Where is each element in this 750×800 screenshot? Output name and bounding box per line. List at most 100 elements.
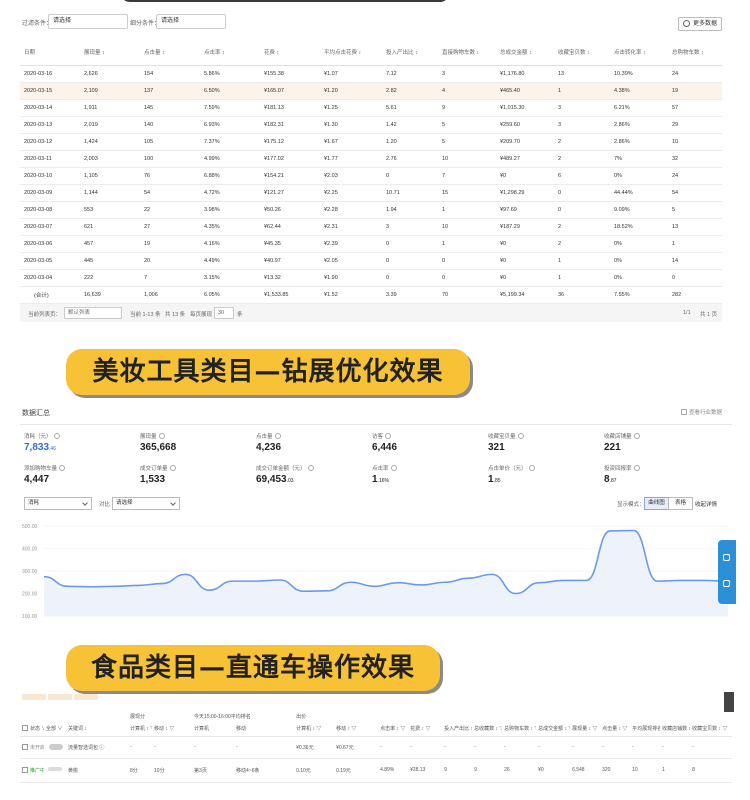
- column-header[interactable]: 点击率 ↕ ▽: [378, 722, 409, 737]
- metric-select[interactable]: 消耗: [24, 497, 92, 510]
- column-header[interactable]: 计算机 ↕ ▽: [128, 722, 153, 737]
- column-header[interactable]: 总购物车数 ↕: [668, 40, 722, 66]
- checkbox[interactable]: [22, 766, 28, 773]
- tab-placeholder[interactable]: [74, 694, 98, 700]
- table-header-row[interactable]: 状态 ∨全部 ∨关键词 ↕计算机 ↕ ▽移动 ↕ ▽计算机移动计算机 ↕ ▽移动…: [20, 722, 733, 737]
- column-header[interactable]: 花费 ↕: [260, 40, 320, 66]
- help-icon[interactable]: [59, 465, 66, 471]
- table-row[interactable]: 2020-03-14 1,911 145 7.59% ¥181.13 ¥1.25 5.61 9…: [20, 99, 722, 117]
- help-icon[interactable]: [53, 433, 60, 439]
- column-header[interactable]: 全部 ∨: [44, 722, 66, 737]
- table-cell: 1: [554, 252, 610, 270]
- industry-data-checkbox[interactable]: 查看行业数据: [680, 408, 722, 416]
- table-cell: 137: [140, 82, 200, 100]
- checkbox[interactable]: [22, 743, 28, 750]
- column-header[interactable]: 点击量 ↕ ▽: [600, 722, 631, 737]
- table-row[interactable]: 2020-03-07 621 27 4.35% ¥62.44 ¥2.31 3 10 ¥187.2…: [20, 218, 722, 236]
- compare-select-value: 请选择: [116, 500, 133, 506]
- help-icon[interactable]: [633, 433, 640, 439]
- subfilter-select[interactable]: 请选择: [156, 14, 226, 29]
- column-header[interactable]: 投入产出比 ↕ ▽: [442, 722, 473, 737]
- table-cell: ¥1,015.30: [496, 99, 554, 117]
- table-row[interactable]: 2020-03-10 1,105 76 6.88% ¥154.21 ¥2.03 0 7 ¥0 6 0…: [20, 167, 722, 185]
- group-header: [20, 710, 128, 722]
- help-icon[interactable]: [274, 433, 281, 439]
- column-header[interactable]: 计算机: [192, 722, 235, 737]
- table-row[interactable]: 2020-03-06 457 19 4.16% ¥45.35 ¥2.39 0 1 ¥0 2 0% 1: [20, 235, 722, 253]
- column-header[interactable]: 总购物车数 ↕ ▽: [502, 722, 537, 737]
- table-cell: 457: [80, 235, 140, 253]
- column-header[interactable]: 花费 ↕ ▽: [408, 722, 443, 737]
- column-header[interactable]: 点击率 ↕: [200, 40, 260, 66]
- column-header[interactable]: 关键词 ↕: [66, 722, 129, 737]
- table-row[interactable]: 2020-03-16 2,626 154 5.86% ¥155.38 ¥1.07 7.12 3…: [20, 65, 722, 83]
- column-header[interactable]: 总成交金额 ↕: [496, 40, 554, 66]
- column-header[interactable]: 移动 ↕ ▽: [152, 722, 193, 737]
- table-row[interactable]: 2020-03-09 1,144 54 4.72% ¥121.27 ¥2.25 10.71 1…: [20, 184, 722, 202]
- table-row[interactable]: 2020-03-15 2,109 137 6.50% ¥165.07 ¥1.20 2.82 4…: [20, 82, 722, 100]
- column-header[interactable]: 计算机 ↕ ▽: [294, 722, 335, 737]
- column-header[interactable]: 收藏宝贝数 ↕ ▽: [690, 722, 733, 737]
- column-header[interactable]: 点击量 ↕: [140, 40, 200, 66]
- column-header[interactable]: 总成交金额 ↕ ▽: [536, 722, 571, 737]
- chat-icon[interactable]: [723, 580, 730, 587]
- table-row[interactable]: 2020-03-04 222 7 3.15% ¥13.32 ¥1.90 0 0 ¥0 1 0% 0: [20, 269, 722, 287]
- side-toolbar[interactable]: [718, 540, 736, 604]
- column-header[interactable]: 投入产出比 ↕: [382, 40, 438, 66]
- per-page-select[interactable]: 30: [214, 307, 234, 319]
- help-icon[interactable]: [633, 465, 640, 471]
- mode-table-button[interactable]: 表格: [668, 497, 693, 510]
- column-header[interactable]: 平均点击花费 ↕: [320, 40, 382, 66]
- column-header[interactable]: 总收藏数 ↕ ▽: [472, 722, 503, 737]
- tab-placeholder[interactable]: [48, 694, 72, 700]
- side-handle[interactable]: [724, 692, 734, 712]
- list-select[interactable]: 默认列表: [64, 307, 122, 319]
- help-icon[interactable]: [390, 465, 397, 471]
- table-row[interactable]: 未开启 流量智选词包 ⓘ - - - - ¥0.36元 ¥0.67元 - - - - - - - - - - -: [20, 736, 733, 759]
- table-row[interactable]: 2020-03-12 1,424 105 7.37% ¥175.12 ¥1.67 1.20 5…: [20, 133, 722, 151]
- table-cell: 5.86%: [200, 65, 260, 83]
- select-all-checkbox[interactable]: [22, 725, 28, 732]
- column-header[interactable]: 平均展现排名 ↕ ▽: [630, 722, 661, 737]
- toggle-cell: [44, 758, 66, 783]
- help-icon[interactable]: [517, 433, 524, 439]
- filter-select[interactable]: 请选择: [48, 14, 128, 29]
- table-row[interactable]: 推广中 黄桃 8分 10分 第3页 移动4~6条 0.10元 0.19元 4.89% ¥28.13…: [20, 758, 733, 783]
- column-header[interactable]: 点击转化率 ↕: [610, 40, 668, 66]
- metric-card: 消耗（元） 7,833.46: [24, 432, 134, 453]
- mode-chart-button[interactable]: 曲线图: [644, 497, 669, 510]
- tab-placeholder[interactable]: [22, 694, 46, 700]
- more-data-button[interactable]: 更多数据: [678, 17, 722, 31]
- column-header[interactable]: 收藏宝贝数 ↕: [554, 40, 610, 66]
- table-cell: 32: [668, 150, 722, 168]
- column-header[interactable]: 直接购物车数 ↕: [438, 40, 496, 66]
- table-row[interactable]: 2020-03-13 2,019 140 6.93% ¥182.31 ¥1.30 1.42 5…: [20, 116, 722, 134]
- help-icon[interactable]: [158, 433, 165, 439]
- bell-icon[interactable]: [723, 554, 730, 561]
- table-cell: 0%: [610, 252, 668, 270]
- column-header[interactable]: 状态 ∨: [20, 722, 44, 737]
- table-cell: 0: [438, 269, 496, 287]
- help-icon[interactable]: [528, 465, 535, 471]
- column-header-label: 移动 ↕ ▽: [154, 726, 175, 733]
- y-tick-label: 100.00: [22, 614, 38, 620]
- compare-select[interactable]: 请选择: [112, 497, 180, 510]
- status-toggle[interactable]: [49, 743, 63, 750]
- help-icon[interactable]: [385, 433, 392, 439]
- column-header[interactable]: 展现量 ↕: [80, 40, 140, 66]
- checkbox-icon: [680, 409, 687, 415]
- help-icon[interactable]: [307, 465, 314, 471]
- table-cell: 3: [438, 65, 496, 83]
- table-row[interactable]: 2020-03-05 445 20 4.49% ¥40.97 ¥2.05 0 0 ¥0 1 0% 14: [20, 252, 722, 270]
- column-header[interactable]: 移动 ↕ ▽: [334, 722, 379, 737]
- column-header[interactable]: 收藏店铺数 ↕ ▽: [660, 722, 691, 737]
- table-row[interactable]: 2020-03-08 553 22 3.98% ¥50.26 ¥2.28 1.94 1 ¥97.…: [20, 201, 722, 219]
- help-icon[interactable]: [169, 465, 176, 471]
- collapse-details-button[interactable]: 收起详情: [695, 500, 717, 508]
- column-header[interactable]: 移动: [234, 722, 295, 737]
- table-cell: 4.49%: [200, 252, 260, 270]
- column-header[interactable]: 展现量 ↕ ▽: [570, 722, 601, 737]
- metric-label: 添加购物车量: [24, 466, 58, 472]
- table-cell: 7: [140, 269, 200, 287]
- table-row[interactable]: 2020-03-11 2,003 100 4.99% ¥177.02 ¥1.77 2.76 1…: [20, 150, 722, 168]
